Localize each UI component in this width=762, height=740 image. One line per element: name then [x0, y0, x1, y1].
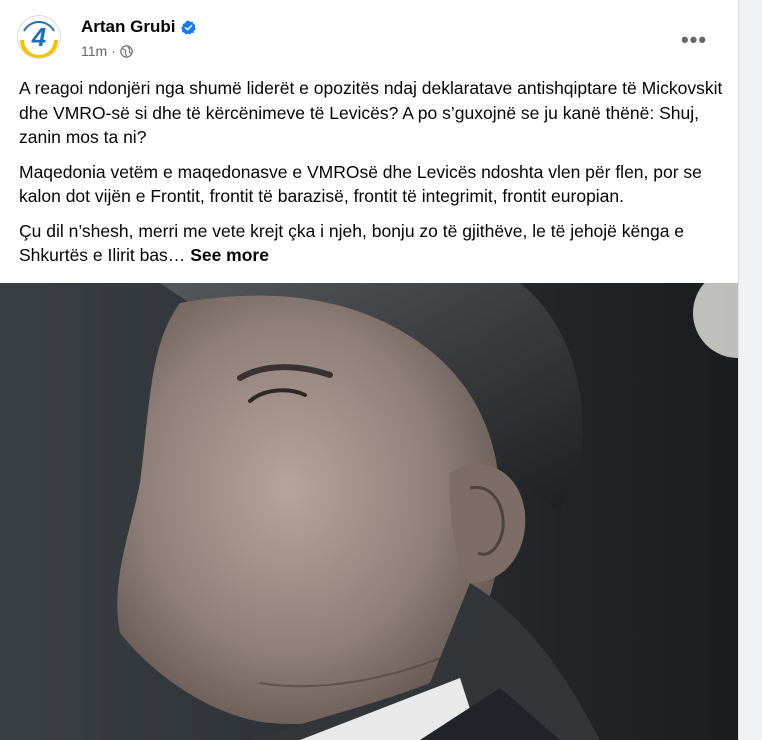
- see-more-link[interactable]: See more: [190, 245, 269, 265]
- post-meta: 11m ·: [81, 43, 133, 59]
- post-header: 4 Artan Grubi 11m · •••: [0, 0, 738, 70]
- post-paragraph-3: Çu dil n’shesh, merri me vete krejt çka …: [19, 219, 731, 268]
- post-photo[interactable]: [0, 283, 738, 740]
- post-card: 4 Artan Grubi 11m · ••• A reagoi ndonjër…: [0, 0, 739, 740]
- timestamp[interactable]: 11m: [81, 43, 107, 59]
- page-avatar[interactable]: 4: [17, 15, 61, 59]
- post-paragraph-3-text: Çu dil n’shesh, merri me vete krejt çka …: [19, 220, 685, 266]
- author-name[interactable]: Artan Grubi: [81, 17, 175, 37]
- more-options-button[interactable]: •••: [676, 22, 712, 58]
- more-options-icon: •••: [680, 27, 708, 52]
- channel-4-logo-icon: 4: [20, 18, 58, 58]
- portrait-photo-image: [0, 283, 738, 740]
- svg-text:4: 4: [31, 22, 47, 52]
- author-row: Artan Grubi: [81, 17, 197, 37]
- globe-icon[interactable]: [120, 44, 133, 58]
- post-paragraph-1: A reagoi ndonjëri nga shumë liderët e op…: [19, 78, 723, 147]
- meta-separator: ·: [111, 43, 116, 59]
- post-message: A reagoi ndonjëri nga shumë liderët e op…: [19, 76, 731, 278]
- post-paragraph-2: Maqedonia vetëm e maqedonasve e VMROsë d…: [19, 161, 702, 207]
- verified-badge-icon: [181, 19, 197, 35]
